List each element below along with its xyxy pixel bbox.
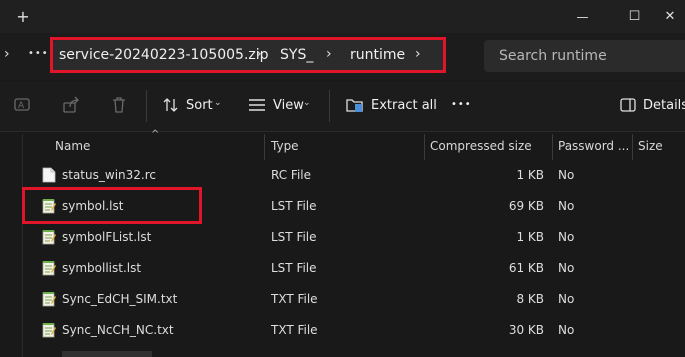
sort-ascending-icon: ^ [151,129,160,140]
chevron-right-icon[interactable]: › [4,46,10,62]
file-type: LST File [271,261,317,275]
more-options-button[interactable]: ••• [451,99,472,110]
notepad-file-icon [42,230,56,245]
close-button[interactable]: ✕ [655,0,685,33]
notepad-file-icon [42,323,56,338]
file-type: LST File [271,199,317,213]
search-input[interactable]: Search runtime [499,48,607,64]
file-name: Sync_EdCH_SIM.txt [62,292,178,306]
chevron-down-icon[interactable]: ⌄ [303,98,311,108]
file-name: status_win32.rc [62,168,156,182]
sort-button[interactable]: Sort [186,98,213,113]
file-name: symbollist.lst [62,261,142,275]
column-header-size[interactable]: Size [638,139,663,153]
command-bar [0,81,685,132]
file-compressed-size: 61 KB [508,261,544,275]
file-password: No [558,230,575,244]
column-divider[interactable] [552,134,553,160]
file-password: No [558,292,575,306]
toolbar-divider [329,90,330,122]
file-type: TXT File [271,292,318,306]
partial-row-fragment [62,351,152,357]
file-row[interactable]: Sync_NcCH_NC.txt TXT File 30 KB No [0,315,685,346]
column-divider[interactable] [632,134,633,160]
minimize-button[interactable]: — [560,0,605,33]
column-header-name[interactable]: Name [55,139,90,153]
file-compressed-size: 30 KB [508,323,544,337]
view-icon[interactable] [248,98,266,112]
file-password: No [558,168,575,182]
view-button[interactable]: View [273,98,304,113]
share-icon[interactable] [62,96,80,114]
notepad-file-icon [42,261,56,276]
file-compressed-size: 8 KB [516,292,544,306]
sort-icon[interactable] [162,97,180,113]
svg-text:A: A [18,101,25,111]
column-divider[interactable] [424,134,425,160]
blank-file-icon [42,167,56,183]
notepad-file-icon [42,292,56,307]
selection-highlight-box [22,187,202,224]
column-header-password[interactable]: Password ... [558,139,629,153]
file-password: No [558,261,575,275]
chevron-down-icon[interactable]: ⌄ [214,98,222,108]
extract-icon[interactable] [346,96,364,114]
column-divider[interactable] [264,134,265,160]
column-header-compressed-size[interactable]: Compressed size [430,139,532,153]
address-more-button[interactable]: ••• [28,48,49,59]
file-row[interactable]: symbollist.lst LST File 61 KB No [0,253,685,284]
file-type: LST File [271,230,317,244]
file-type: TXT File [271,323,318,337]
file-row[interactable]: Sync_EdCH_SIM.txt TXT File 8 KB No [0,284,685,315]
maximize-button[interactable]: ☐ [612,0,657,33]
column-header-type[interactable]: Type [271,139,299,153]
rename-icon[interactable]: A [14,97,32,113]
file-compressed-size: 1 KB [516,168,544,182]
file-type: RC File [271,168,312,182]
file-password: No [558,199,575,213]
file-name: symbolFList.lst [62,230,152,244]
details-button[interactable]: Details [643,98,685,113]
file-name: Sync_NcCH_NC.txt [62,323,174,337]
new-tab-button[interactable]: + [8,0,38,33]
toolbar-divider [146,90,147,122]
file-row[interactable]: symbolFList.lst LST File 1 KB No [0,222,685,253]
details-pane-icon[interactable] [620,98,636,112]
delete-icon[interactable] [110,96,128,114]
file-compressed-size: 69 KB [508,199,544,213]
address-highlight-box [50,37,446,73]
file-compressed-size: 1 KB [516,230,544,244]
extract-all-button[interactable]: Extract all [371,98,437,113]
file-password: No [558,323,575,337]
